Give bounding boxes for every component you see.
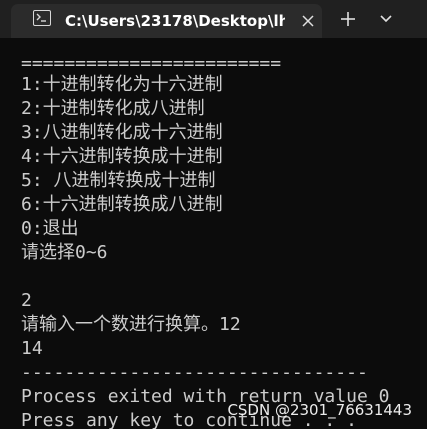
select-prompt: 请选择0~6 [21,242,108,263]
menu-option-1: 1:十进制转化为十六进制 [21,74,223,95]
menu-option-2: 2:十进制转化成八进制 [21,98,205,119]
chevron-down-icon[interactable] [373,8,399,30]
input-prompt: 请输入一个数进行换算。12 [21,314,241,335]
menu-option-exit: 0:退出 [21,218,79,239]
menu-option-5: 5: 八进制转换成十进制 [21,170,216,191]
terminal-icon [33,10,51,26]
menu-option-6: 6:十六进制转换成八进制 [21,194,223,215]
terminal-window: C:\Users\23178\Desktop\lhc.e ===========… [0,0,427,429]
terminal-output[interactable]: ======================== 1:十进制转化为十六进制 2:… [0,38,427,429]
menu-option-4: 4:十六进制转换成十进制 [21,146,223,167]
result-output: 14 [21,338,43,359]
plus-icon[interactable] [335,8,361,30]
dash-separator: -------------------------------- [21,362,368,383]
menu-option-3: 3:八进制转化成十六进制 [21,122,223,143]
tab-bar: C:\Users\23178\Desktop\lhc.e [0,0,427,38]
tab-title: C:\Users\23178\Desktop\lhc.e [65,12,285,30]
watermark: CSDN @2301_76631443 [227,401,412,419]
user-choice: 2 [21,290,32,311]
active-tab[interactable]: C:\Users\23178\Desktop\lhc.e [11,4,322,38]
close-icon[interactable] [298,11,318,31]
